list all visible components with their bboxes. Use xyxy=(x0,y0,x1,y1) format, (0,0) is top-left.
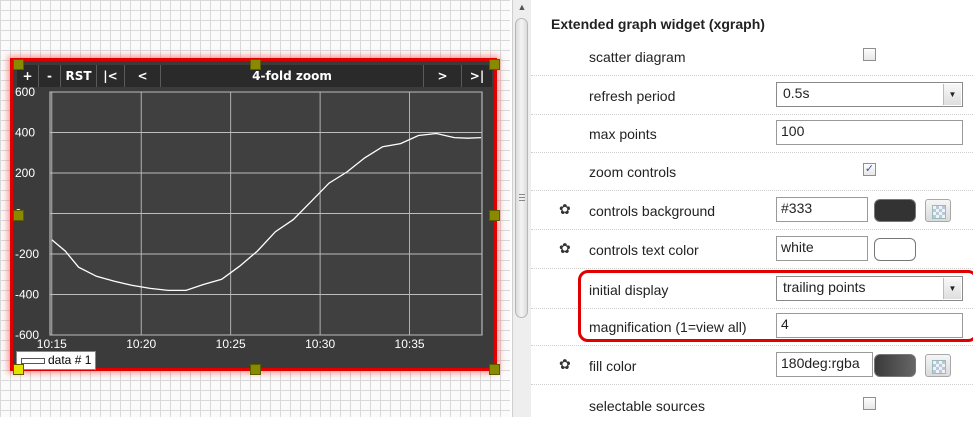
y-tick-label: -600 xyxy=(15,328,39,342)
scroll-up-arrow[interactable]: ▲ xyxy=(513,0,531,14)
reset-button[interactable]: RST xyxy=(61,65,97,87)
controls-text-color-input[interactable]: white xyxy=(776,236,868,261)
selectable-sources-checkbox[interactable] xyxy=(863,397,876,410)
zoom-out-button[interactable]: - xyxy=(39,65,61,87)
gear-icon[interactable]: ✿ xyxy=(559,201,571,218)
controls-background-input[interactable]: #333 xyxy=(776,197,868,222)
scroll-grip-icon xyxy=(519,194,525,203)
y-tick-label: -400 xyxy=(15,288,39,302)
last-button[interactable]: >| xyxy=(462,65,492,87)
resize-handle-bottom-left[interactable] xyxy=(13,364,24,375)
y-tick-label: 200 xyxy=(15,166,35,180)
gear-icon[interactable]: ✿ xyxy=(559,356,571,373)
x-tick-label: 10:35 xyxy=(395,337,425,351)
scatter-diagram-checkbox[interactable] xyxy=(863,48,876,61)
editor-canvas[interactable]: 6004002000-200-400-600 10:1510:2010:2510… xyxy=(0,0,510,417)
prop-row-fill-color: ✿ fill color 180deg:rgba xyxy=(531,346,973,385)
color-picker-button[interactable] xyxy=(925,199,951,222)
color-picker-icon xyxy=(932,360,946,374)
first-button[interactable]: |< xyxy=(97,65,125,87)
x-tick-label: 10:20 xyxy=(126,337,156,351)
max-points-input[interactable]: 100 xyxy=(776,120,963,145)
select-value: 0.5s xyxy=(783,85,810,101)
canvas-scrollbar[interactable]: ▲ xyxy=(512,0,531,417)
fill-color-input[interactable]: 180deg:rgba xyxy=(776,352,873,377)
prev-button[interactable]: < xyxy=(125,65,161,87)
prop-label: fill color xyxy=(589,358,637,374)
prop-label: selectable sources xyxy=(589,398,705,414)
controls-background-swatch[interactable] xyxy=(874,199,916,222)
fill-color-swatch[interactable] xyxy=(874,354,916,377)
prop-label: controls text color xyxy=(589,242,699,258)
prop-row-controls-background: ✿ controls background #333 xyxy=(531,191,973,230)
resize-handle-bottom-right[interactable] xyxy=(489,364,500,375)
panel-title: Extended graph widget (xgraph) xyxy=(551,16,765,32)
controls-text-color-swatch[interactable] xyxy=(874,238,916,261)
prop-label: controls background xyxy=(589,203,716,219)
highlight-box xyxy=(578,270,973,342)
legend-label: data # 1 xyxy=(48,353,92,367)
resize-handle-top-left[interactable] xyxy=(13,59,24,70)
x-tick-label: 10:25 xyxy=(216,337,246,351)
chart-legend[interactable]: data # 1 xyxy=(16,351,97,370)
resize-handle-top-right[interactable] xyxy=(489,59,500,70)
line-chart: 6004002000-200-400-600 10:1510:2010:2510… xyxy=(13,61,494,368)
prop-row-controls-text-color: ✿ controls text color white xyxy=(531,230,973,269)
resize-handle-right[interactable] xyxy=(489,210,500,221)
y-tick-label: 400 xyxy=(15,126,35,140)
prop-row-scatter-diagram: scatter diagram xyxy=(531,37,973,76)
resize-handle-bottom[interactable] xyxy=(250,364,261,375)
properties-panel: Extended graph widget (xgraph) scatter d… xyxy=(531,0,973,417)
refresh-period-select[interactable]: 0.5s ▼ xyxy=(776,82,963,107)
zoom-controls-checkbox[interactable]: ✓ xyxy=(863,163,876,176)
x-tick-label: 10:30 xyxy=(305,337,335,351)
gear-icon[interactable]: ✿ xyxy=(559,240,571,257)
prop-row-refresh-period: refresh period 0.5s ▼ xyxy=(531,76,973,115)
scroll-thumb[interactable] xyxy=(515,18,528,318)
color-picker-icon xyxy=(932,205,946,219)
next-button[interactable]: > xyxy=(424,65,462,87)
legend-swatch xyxy=(21,357,45,364)
xgraph-widget[interactable]: 6004002000-200-400-600 10:1510:2010:2510… xyxy=(10,58,497,371)
resize-handle-left[interactable] xyxy=(13,210,24,221)
prop-row-selectable-sources: selectable sources xyxy=(531,386,973,424)
zoom-level-label: 4-fold zoom xyxy=(161,65,424,87)
prop-label: refresh period xyxy=(589,88,676,104)
prop-label: zoom controls xyxy=(589,164,677,180)
prop-row-zoom-controls: zoom controls ✓ xyxy=(531,152,973,191)
prop-label: max points xyxy=(589,126,657,142)
resize-handle-top[interactable] xyxy=(250,59,261,70)
color-picker-button[interactable] xyxy=(925,354,951,377)
y-tick-label: 600 xyxy=(15,85,35,99)
prop-label: scatter diagram xyxy=(589,49,686,65)
x-tick-label: 10:15 xyxy=(37,337,67,351)
prop-row-max-points: max points 100 xyxy=(531,114,973,153)
chevron-down-icon: ▼ xyxy=(943,84,961,105)
y-tick-label: -200 xyxy=(15,247,39,261)
